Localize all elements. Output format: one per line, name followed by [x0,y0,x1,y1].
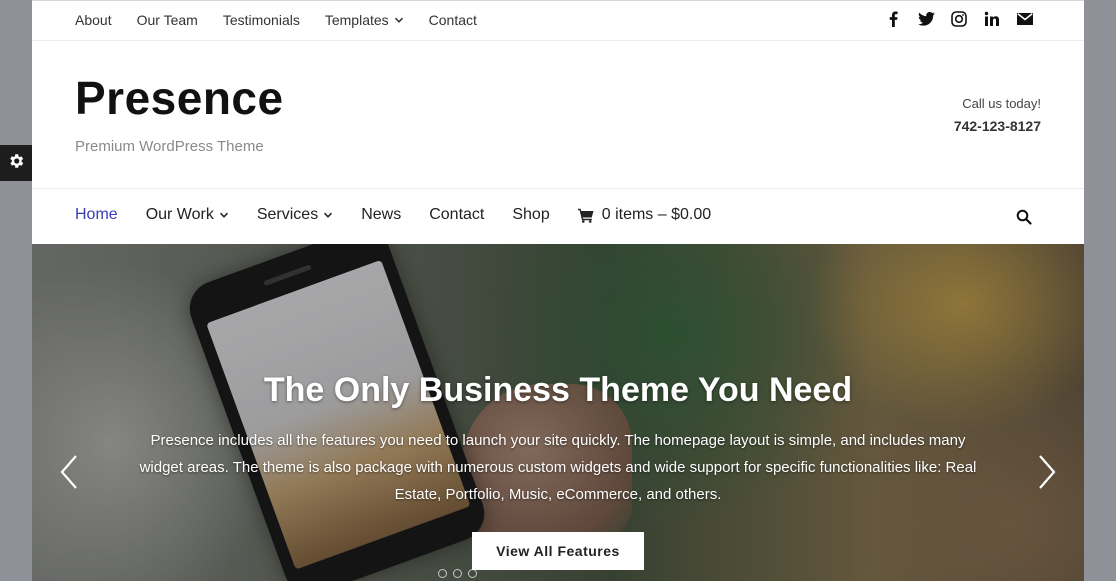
cart-icon [577,208,594,223]
cart-link[interactable]: 0 items – $0.00 [577,206,712,224]
instagram-icon[interactable] [950,10,968,28]
social-links [884,10,1034,28]
mail-icon[interactable] [1016,10,1034,28]
cart-summary: 0 items – $0.00 [601,206,712,223]
chevron-right-icon[interactable] [1036,454,1058,490]
slider-dot[interactable] [438,569,447,578]
phone-number[interactable]: 742-123-8127 [954,118,1041,134]
chevron-down-icon [219,212,228,218]
settings-tab[interactable] [0,145,32,181]
slider-dot[interactable] [468,569,477,578]
twitter-icon[interactable] [917,10,935,28]
chevron-left-icon[interactable] [58,454,80,490]
call-label: Call us today! [962,96,1041,111]
chevron-down-icon [324,212,333,218]
topnav-item-templates[interactable]: Templates [325,12,404,28]
nav-item-home[interactable]: Home [75,206,118,224]
site-tagline: Premium WordPress Theme [75,138,264,155]
facebook-icon[interactable] [884,10,902,28]
topnav-item-our-team[interactable]: Our Team [137,12,198,28]
top-bar: About Our Team Testimonials Templates Co… [32,1,1084,41]
linkedin-icon[interactable] [983,10,1001,28]
hero-title: The Only Business Theme You Need [263,371,853,409]
hero-slider: The Only Business Theme You Need Presenc… [32,244,1084,581]
slider-dots [438,569,477,578]
gear-icon [7,152,25,175]
hero-description: Presence includes all the features you n… [139,432,977,503]
nav-item-contact[interactable]: Contact [429,206,484,224]
topnav-item-testimonials[interactable]: Testimonials [223,12,300,28]
call-info: Call us today! 742-123-8127 [954,96,1041,134]
topnav-item-contact[interactable]: Contact [429,12,477,28]
page: About Our Team Testimonials Templates Co… [32,0,1084,581]
view-all-features-button[interactable]: View All Features [472,532,644,570]
site-title[interactable]: Presence [75,75,284,121]
nav-item-our-work[interactable]: Our Work [146,206,229,224]
search-icon[interactable] [1016,209,1032,225]
nav-item-news[interactable]: News [361,206,401,224]
nav-item-shop[interactable]: Shop [512,206,549,224]
slider-dot[interactable] [453,569,462,578]
main-nav: Home Our Work Services News Contact Shop… [32,188,1084,244]
top-nav: About Our Team Testimonials Templates Co… [75,12,502,28]
topnav-item-about[interactable]: About [75,12,112,28]
chevron-down-icon [394,17,403,23]
nav-item-services[interactable]: Services [257,206,333,224]
